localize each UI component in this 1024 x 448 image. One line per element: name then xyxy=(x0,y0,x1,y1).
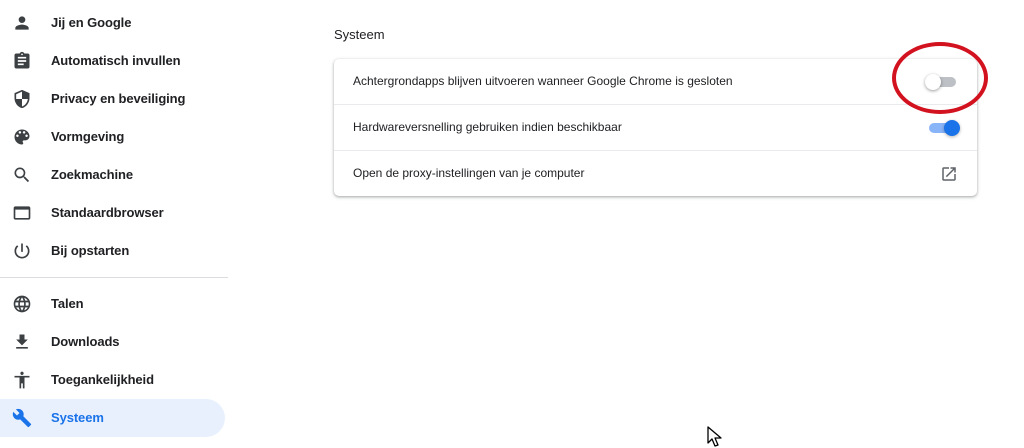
sidebar-item-vormgeving[interactable]: Vormgeving xyxy=(0,118,225,156)
mouse-cursor-icon xyxy=(707,426,722,447)
sidebar-item-standaardbrowser[interactable]: Standaardbrowser xyxy=(0,194,225,232)
setting-row-hardware-acceleration[interactable]: Hardwareversnelling gebruiken indien bes… xyxy=(334,104,977,150)
sidebar-item-label: Zoekmachine xyxy=(51,167,133,182)
hardware-acceleration-toggle[interactable] xyxy=(926,120,960,136)
sidebar-item-automatisch-invullen[interactable]: Automatisch invullen xyxy=(0,42,225,80)
power-icon xyxy=(12,241,32,261)
settings-sidebar: Jij en Google Automatisch invullen Priva… xyxy=(0,0,228,444)
search-icon xyxy=(12,165,32,185)
sidebar-item-label: Privacy en beveiliging xyxy=(51,91,186,106)
setting-label: Achtergrondapps blijven uitvoeren wannee… xyxy=(353,74,733,88)
sidebar-item-label: Systeem xyxy=(51,410,104,425)
red-highlight-circle xyxy=(892,42,988,114)
person-icon xyxy=(12,13,32,33)
palette-icon xyxy=(12,127,32,147)
sidebar-item-label: Toegankelijkheid xyxy=(51,372,154,387)
sidebar-divider xyxy=(0,277,228,278)
sidebar-item-label: Vormgeving xyxy=(51,129,125,144)
globe-icon xyxy=(12,294,32,314)
sidebar-item-privacy-en-beveiliging[interactable]: Privacy en beveiliging xyxy=(0,80,225,118)
clipboard-icon xyxy=(12,51,32,71)
setting-label: Hardwareversnelling gebruiken indien bes… xyxy=(353,120,622,134)
sidebar-item-talen[interactable]: Talen xyxy=(0,285,225,323)
sidebar-item-label: Standaardbrowser xyxy=(51,205,164,220)
sidebar-item-label: Bij opstarten xyxy=(51,243,130,258)
sidebar-item-zoekmachine[interactable]: Zoekmachine xyxy=(0,156,225,194)
sidebar-item-downloads[interactable]: Downloads xyxy=(0,323,225,361)
sidebar-item-bij-opstarten[interactable]: Bij opstarten xyxy=(0,232,225,270)
wrench-icon xyxy=(12,408,32,428)
sidebar-item-label: Automatisch invullen xyxy=(51,53,181,68)
setting-row-proxy-settings[interactable]: Open de proxy-instellingen van je comput… xyxy=(334,150,977,196)
browser-window-icon xyxy=(12,203,32,223)
sidebar-item-jij-en-google[interactable]: Jij en Google xyxy=(0,4,225,42)
open-in-new-icon[interactable] xyxy=(940,165,958,183)
setting-label: Open de proxy-instellingen van je comput… xyxy=(353,166,585,180)
setting-row-background-apps[interactable]: Achtergrondapps blijven uitvoeren wannee… xyxy=(334,59,977,105)
sidebar-item-label: Jij en Google xyxy=(51,15,132,30)
sidebar-item-label: Talen xyxy=(51,296,84,311)
section-title: Systeem xyxy=(334,27,385,42)
toggle-knob xyxy=(944,120,960,136)
sidebar-item-systeem[interactable]: Systeem xyxy=(0,399,225,437)
system-settings-card: Achtergrondapps blijven uitvoeren wannee… xyxy=(334,59,977,196)
sidebar-item-label: Downloads xyxy=(51,334,120,349)
sidebar-item-toegankelijkheid[interactable]: Toegankelijkheid xyxy=(0,361,225,399)
shield-icon xyxy=(12,89,32,109)
accessibility-icon xyxy=(12,370,32,390)
download-icon xyxy=(12,332,32,352)
